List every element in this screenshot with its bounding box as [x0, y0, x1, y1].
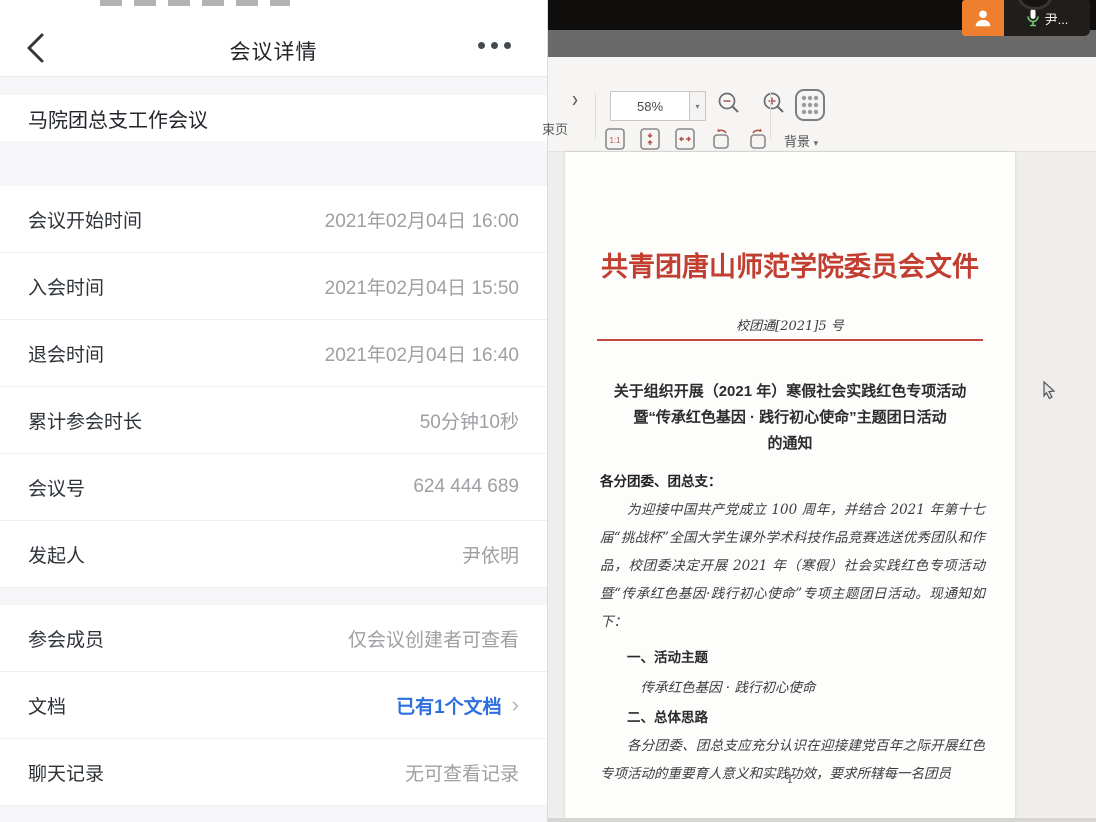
documents-link[interactable]: 已有1个文档	[396, 692, 502, 719]
background-button[interactable]: 背景 ▾	[784, 131, 818, 150]
section-heading: 二、总体思路	[600, 706, 985, 726]
row-meeting-start-time: 会议开始时间 2021年02月04日 16:00	[0, 186, 547, 253]
page-title: 会议详情	[0, 36, 547, 66]
pdf-page: 共青团唐山师范学院委员会文件 校团通[2021]5 号 关于组织开展（2021 …	[565, 152, 1015, 818]
document-number: 校团通[2021]5 号	[565, 315, 1015, 334]
document-paragraph: 为迎接中国共产党成立 100 周年，并结合 2021 年第十七届“挑战杯”全国大…	[600, 496, 985, 636]
shared-screen-panel: 尹... › 束页 58% ▾ 1:1	[548, 0, 1096, 822]
section-heading: 一、活动主题	[600, 646, 985, 666]
document-viewport[interactable]: 共青团唐山师范学院委员会文件 校团通[2021]5 号 关于组织开展（2021 …	[548, 152, 1096, 818]
section-gap	[0, 588, 547, 605]
microphone-icon	[1026, 8, 1040, 28]
more-menu-icon[interactable]	[478, 42, 511, 49]
chevron-right-icon: ›	[512, 694, 519, 716]
participant-tiles: 尹...	[962, 0, 1090, 36]
screenshot-root: 会议详情 马院团总支工作会议 会议开始时间 2021年02月04日 16:00 …	[0, 0, 1096, 822]
row-total-duration: 累计参会时长 50分钟10秒	[0, 387, 547, 454]
toolbar-divider	[595, 93, 596, 139]
row-label: 参会成员	[28, 625, 104, 652]
window-bottom-edge	[548, 818, 1096, 822]
document-title: 关于组织开展（2021 年）寒假社会实践红色专项活动 暨“传承红色基因 · 践行…	[585, 379, 995, 457]
zoom-dropdown-icon[interactable]: ▾	[690, 91, 706, 121]
document-title-line: 暨“传承红色基因 · 践行初心使命”主题团日活动	[585, 405, 995, 431]
document-title-line: 关于组织开展（2021 年）寒假社会实践红色专项活动	[585, 379, 995, 405]
document-org-header: 共青团唐山师范学院委员会文件	[565, 245, 1015, 284]
row-label: 聊天记录	[28, 759, 104, 786]
row-chat-history: 聊天记录 无可查看记录	[0, 739, 547, 806]
actual-size-icon[interactable]: 1:1	[604, 127, 626, 151]
page-view-icons: 1:1	[604, 127, 770, 151]
self-video-tile[interactable]: 尹...	[1004, 0, 1090, 36]
expand-chevron-icon[interactable]: ›	[572, 86, 578, 113]
section-gap	[0, 806, 547, 822]
row-documents[interactable]: 文档 已有1个文档 ›	[0, 672, 547, 739]
fit-width-icon[interactable]	[674, 127, 696, 151]
row-join-time: 入会时间 2021年02月04日 15:50	[0, 253, 547, 320]
row-leave-time: 退会时间 2021年02月04日 16:40	[0, 320, 547, 387]
toolbar-divider	[770, 93, 771, 139]
row-participants: 参会成员 仅会议创建者可查看	[0, 605, 547, 672]
background-pattern-icon[interactable]	[792, 87, 828, 123]
page-number: 1	[565, 772, 1015, 786]
fit-page-icon[interactable]	[639, 127, 661, 151]
zoom-in-icon[interactable]	[761, 90, 787, 116]
row-value: 2021年02月04日 16:40	[325, 340, 519, 367]
rotate-right-icon[interactable]	[746, 127, 770, 151]
row-value: 尹依明	[462, 541, 519, 568]
header-divider	[597, 339, 983, 341]
meeting-details-panel: 会议详情 马院团总支工作会议 会议开始时间 2021年02月04日 16:00 …	[0, 0, 548, 822]
row-label: 累计参会时长	[28, 407, 142, 434]
caret-down-icon: ▾	[814, 138, 819, 148]
row-label: 入会时间	[28, 273, 104, 300]
meeting-title: 马院团总支工作会议	[0, 95, 547, 141]
section-gap	[0, 77, 547, 95]
row-label: 会议号	[28, 474, 85, 501]
section-body: 传承红色基因 · 践行初心使命	[600, 676, 985, 696]
section-gap	[0, 141, 547, 186]
row-label: 文档	[28, 692, 66, 719]
row-label: 发起人	[28, 541, 85, 568]
document-body: 各分团委、团总支： 为迎接中国共产党成立 100 周年，并结合 2021 年第十…	[600, 470, 985, 788]
document-salutation: 各分团委、团总支：	[600, 470, 985, 490]
end-page-label[interactable]: 束页	[542, 119, 568, 138]
row-meeting-id: 会议号 624 444 689	[0, 454, 547, 521]
row-value: 无可查看记录	[405, 759, 519, 786]
participant-name: 尹...	[1045, 9, 1069, 28]
details-header: 会议详情	[0, 0, 547, 77]
row-value: 2021年02月04日 16:00	[325, 206, 519, 233]
mouse-cursor	[1040, 380, 1058, 402]
document-title-line: 的通知	[585, 431, 995, 457]
row-label: 会议开始时间	[28, 206, 142, 233]
row-value: 2021年02月04日 15:50	[325, 273, 519, 300]
person-icon	[972, 7, 994, 29]
row-value: 50分钟10秒	[420, 407, 519, 434]
zoom-out-icon[interactable]	[716, 90, 742, 116]
background-button-label: 背景	[784, 134, 810, 149]
row-value: 624 444 689	[413, 476, 519, 498]
row-host: 发起人 尹依明	[0, 521, 547, 588]
pdf-toolbar: › 束页 58% ▾ 1:1	[548, 57, 1096, 152]
participant-avatar-tile[interactable]	[962, 0, 1004, 36]
row-label: 退会时间	[28, 340, 104, 367]
row-value: 仅会议创建者可查看	[348, 625, 519, 652]
rotate-left-icon[interactable]	[709, 127, 733, 151]
zoom-level-input[interactable]: 58%	[610, 91, 690, 121]
svg-text:1:1: 1:1	[609, 136, 621, 145]
